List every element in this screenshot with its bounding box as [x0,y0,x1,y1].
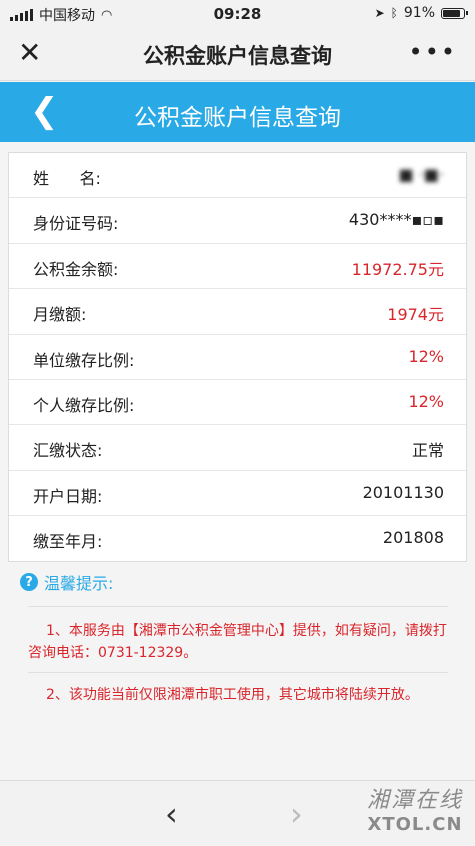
row-label: 开户日期: [33,486,103,506]
forward-arrow-icon[interactable]: › [290,795,303,833]
info-row-id-number: 身份证号码: 430****▪▫▪ [9,198,466,244]
info-row-paid-until: 缴至年月: 201808 [9,516,466,560]
tips-heading: ? 温馨提示: [20,570,113,594]
row-label: 公积金余额: [33,259,119,279]
info-row-name: 姓 名: ■ ·■· [9,153,466,199]
info-row-open-date: 开户日期: 20101130 [9,471,466,517]
wechat-nav-bar: ✕ 公积金账户信息查询 ••• [0,28,475,81]
battery-percent: 91% [403,5,435,21]
row-value: 201808 [382,528,444,548]
tips-title-text: 温馨提示: [44,574,114,593]
row-value: 正常 [411,441,444,461]
status-right: ➤ ᛒ 91% [374,5,468,21]
info-row-employer-ratio: 单位缴存比例: 12% [9,335,466,380]
tips-divider [28,606,448,607]
page-title: 公积金账户信息查询 [134,105,341,131]
info-row-balance: 公积金余额: 11972.75元 [9,244,466,290]
row-label: 个人缴存比例: [33,395,135,415]
tip-item: 2、该功能当前仅限湘潭市职工使用，其它城市将陆续开放。 [46,687,419,703]
more-icon[interactable]: ••• [409,40,457,64]
status-bar: 中国移动 ◠ 09:28 ➤ ᛒ 91% [0,0,475,28]
bluetooth-icon: ᛒ [390,6,398,20]
tips-divider [28,672,448,673]
row-label: 身份证号码: [33,214,119,234]
wechat-title: 公积金账户信息查询 [143,44,332,68]
row-value: 430****▪▫▪ [348,210,444,230]
row-label: 姓 名: [33,169,101,188]
info-row-status: 汇缴状态: 正常 [9,425,466,471]
row-value: 11972.75元 [351,259,444,279]
row-value: 12% [408,346,444,366]
row-value: 12% [408,391,444,411]
page-header: ❮ 公积金账户信息查询 [0,82,475,142]
battery-icon [441,7,468,19]
row-label: 月缴额: [33,305,87,325]
watermark-cn: 湘潭在线 [366,788,463,813]
row-label: 单位缴存比例: [33,350,135,370]
info-row-monthly-payment: 月缴额: 1974元 [9,289,466,335]
row-label: 汇缴状态: [33,441,103,461]
row-value: 20101130 [362,482,444,502]
watermark: 湘潭在线 XTOL.CN [367,782,463,835]
tip-item: 1、本服务由【湘潭市公积金管理中心】提供，如有疑问，请拨打咨询电话：0731-1… [28,623,447,661]
watermark-en: XTOL.CN [367,814,463,835]
row-value: 1974元 [387,305,444,325]
location-icon: ➤ [374,6,385,20]
question-icon: ? [20,573,38,591]
account-info-card: 姓 名: ■ ·■· 身份证号码: 430****▪▫▪ 公积金余额: 1197… [8,152,467,562]
info-row-personal-ratio: 个人缴存比例: 12% [9,380,466,426]
back-arrow-icon[interactable]: ‹ [165,795,178,833]
row-label: 缴至年月: [33,532,103,552]
row-value: ■ ·■· [398,165,445,184]
